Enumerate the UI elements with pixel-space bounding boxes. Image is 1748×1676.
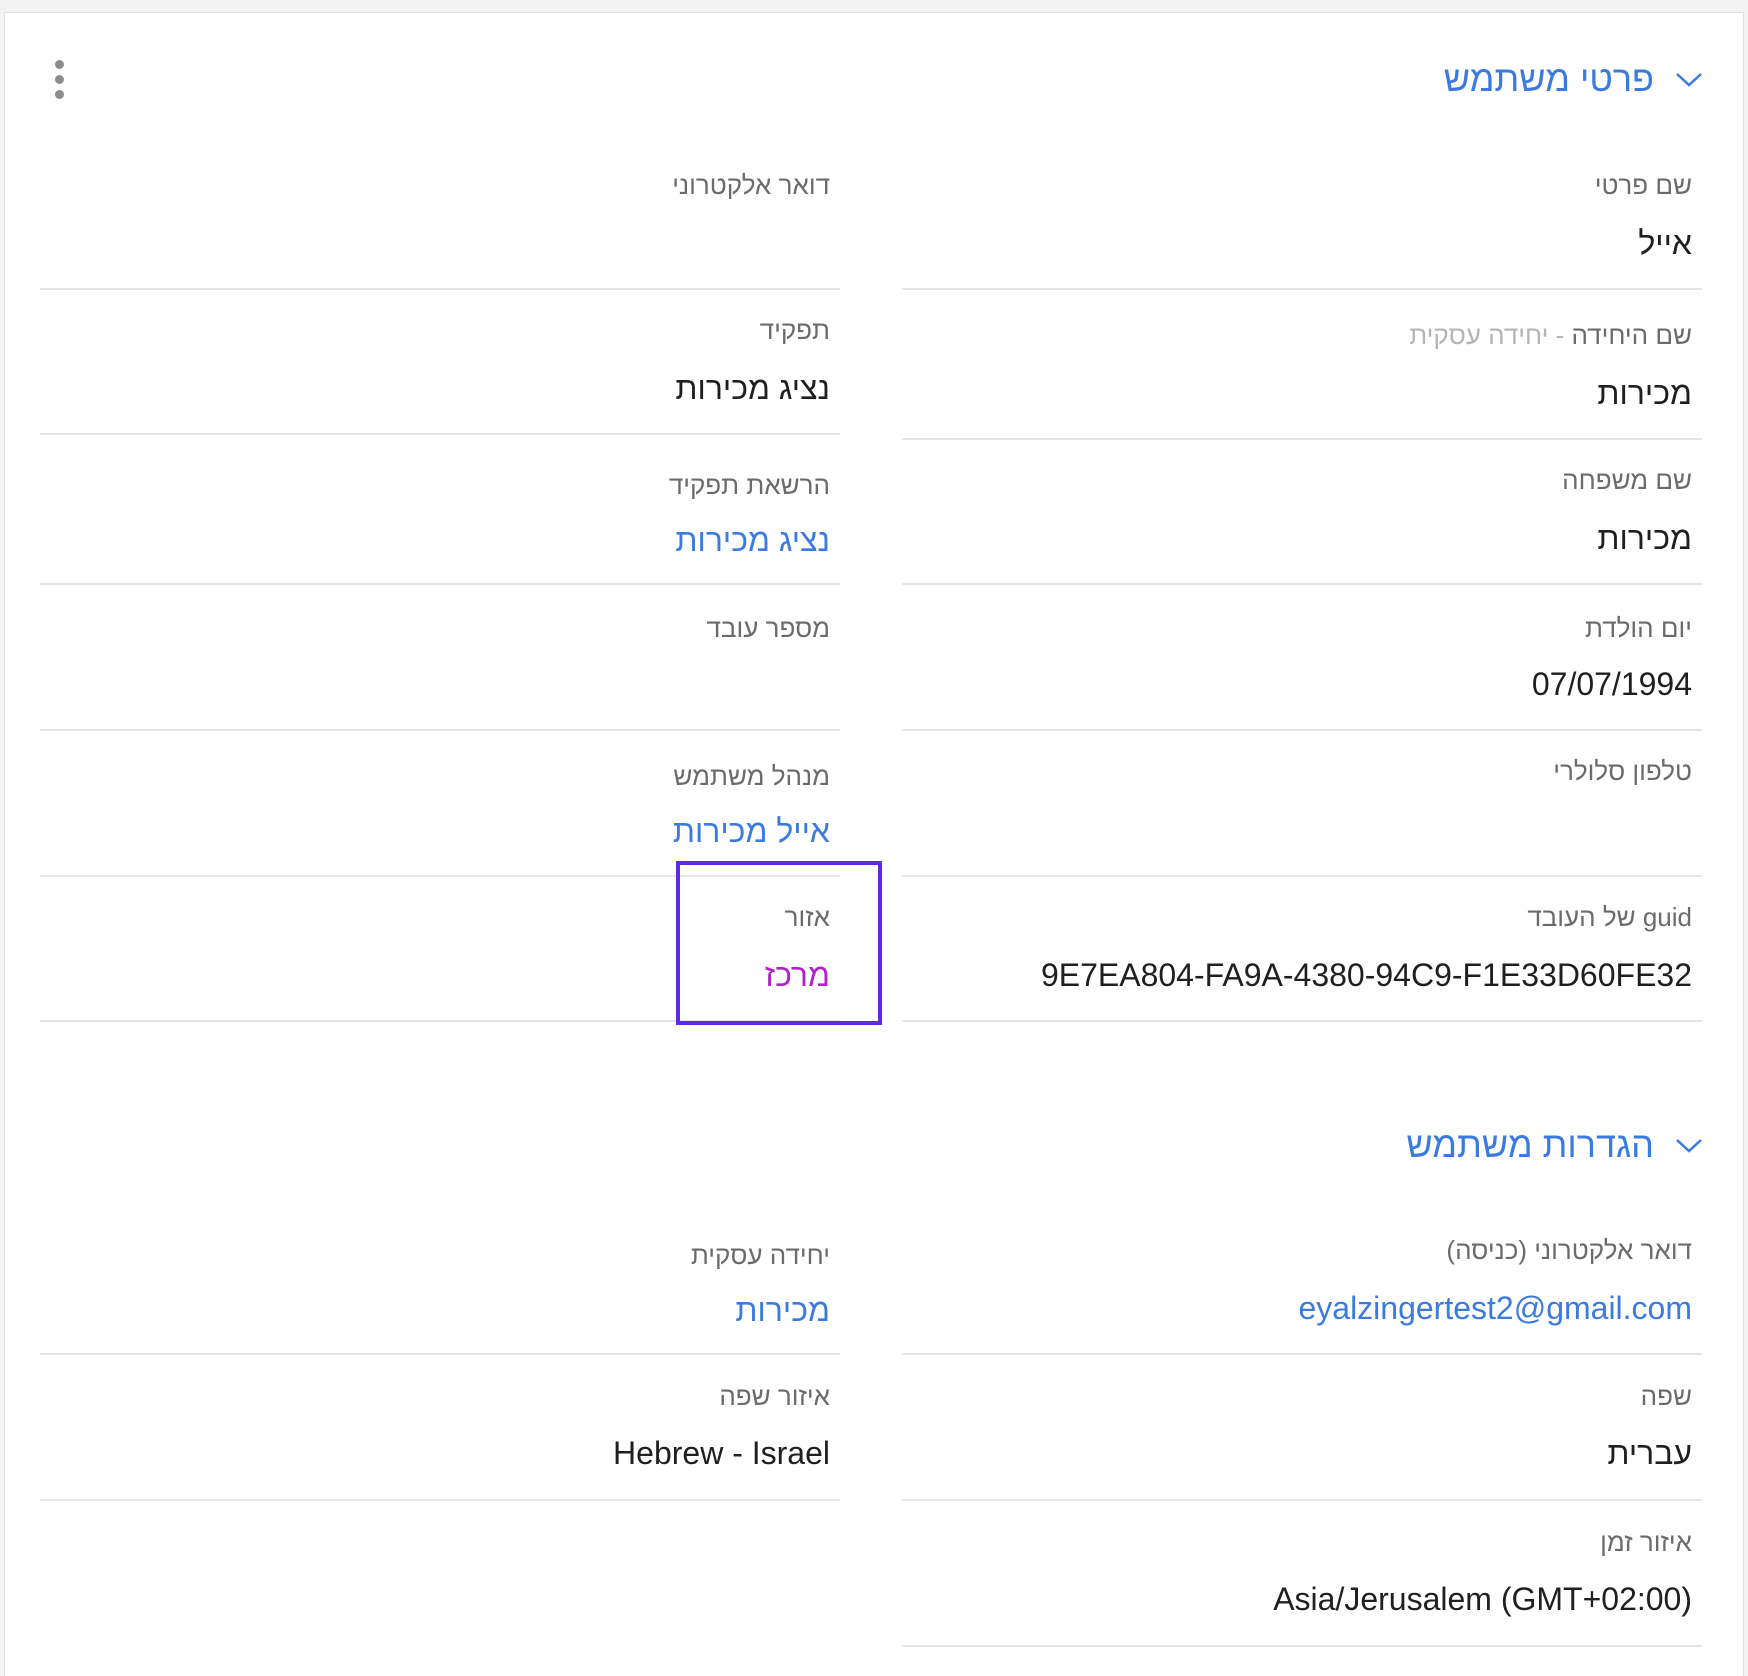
field-label: איזור שפה (719, 1381, 830, 1411)
field-value: מכירות (1597, 375, 1692, 411)
field-label-main: שם היחידה (1571, 320, 1692, 350)
field-value: Hebrew - Israel (613, 1435, 830, 1471)
user-manager-link[interactable]: אייל מכירות (673, 813, 830, 850)
field-language-region: איזור שפה Hebrew - Israel (40, 1355, 840, 1501)
page: פרטי משתמש שם פרטי אייל שם היחידה - יחיד… (0, 0, 1748, 1676)
login-email-link[interactable]: eyalzingertest2@gmail.com (1298, 1290, 1692, 1327)
field-value: מכירות (1597, 520, 1692, 556)
field-label: יחידה עסקית (690, 1240, 830, 1270)
field-label: מנהל משתמש (673, 761, 830, 791)
chevron-down-icon (1676, 73, 1702, 87)
field-first-name: שם פרטי אייל (902, 150, 1702, 290)
field-label-sub: - יחידה עסקית (1409, 320, 1572, 350)
field-email: דואר אלקטרוני (40, 150, 840, 290)
business-unit-link[interactable]: מכירות (735, 1292, 830, 1329)
field-label: טלפון סלולרי (1553, 756, 1692, 786)
field-user-manager: מנהל משתמש אייל מכירות (40, 731, 840, 877)
field-label: דואר אלקטרוני (672, 170, 830, 200)
field-role-permission: הרשאת תפקיד נציג מכירות (40, 435, 840, 585)
field-label: מספר עובד (706, 613, 830, 643)
field-value: 9E7EA804-FA9A-4380-94C9-F1E33D60FE32 (1040, 957, 1692, 993)
field-role: תפקיד נציג מכירות (40, 290, 840, 435)
region-highlight-box (676, 861, 882, 1025)
field-employee-guid: guid של העובד 9E7EA804-FA9A-4380-94C9-F1… (902, 877, 1702, 1022)
section-header-user-details[interactable]: פרטי משתמש (1444, 49, 1704, 109)
field-value: נציג מכירות (675, 370, 830, 406)
section-header-user-settings[interactable]: הגדרות משתמש (1406, 1115, 1704, 1175)
field-unit-name: שם היחידה - יחידה עסקית מכירות (902, 290, 1702, 440)
field-value: אייל (1638, 225, 1692, 261)
role-permission-link[interactable]: נציג מכירות (675, 522, 830, 559)
field-language: שפה עברית (902, 1355, 1702, 1501)
field-employee-number: מספר עובד (40, 585, 840, 731)
chevron-down-icon (1676, 1139, 1702, 1153)
section-title-user-details: פרטי משתמש (1443, 58, 1654, 99)
field-label: שם משפחה (1562, 465, 1692, 495)
field-last-name: שם משפחה מכירות (902, 440, 1702, 585)
field-label: שם היחידה - יחידה עסקית (1409, 320, 1692, 351)
field-label: תפקיד (759, 315, 830, 345)
field-value: עברית (1607, 1435, 1692, 1471)
field-time-zone: איזור זמן Asia/Jerusalem (GMT+02:00) (902, 1501, 1702, 1647)
section-title-user-settings: הגדרות משתמש (1406, 1124, 1654, 1165)
field-label: שם פרטי (1594, 170, 1692, 200)
field-value: 07/07/1994 (1531, 666, 1692, 702)
field-birthday: יום הולדת 07/07/1994 (902, 585, 1702, 731)
field-value: Asia/Jerusalem (GMT+02:00) (1273, 1581, 1692, 1617)
field-label: איזור זמן (1600, 1527, 1692, 1557)
more-vertical-icon[interactable] (52, 60, 68, 100)
field-label: דואר אלקטרוני (כניסה) (1446, 1235, 1692, 1265)
field-mobile-phone: טלפון סלולרי (902, 731, 1702, 877)
field-label: הרשאת תפקיד (668, 470, 830, 500)
field-business-unit: יחידה עסקית מכירות (40, 1210, 840, 1355)
field-label: יום הולדת (1585, 613, 1692, 643)
field-login-email: דואר אלקטרוני (כניסה) eyalzingertest2@gm… (902, 1210, 1702, 1355)
field-label: guid של העובד (1527, 902, 1692, 932)
field-label: שפה (1640, 1381, 1692, 1411)
